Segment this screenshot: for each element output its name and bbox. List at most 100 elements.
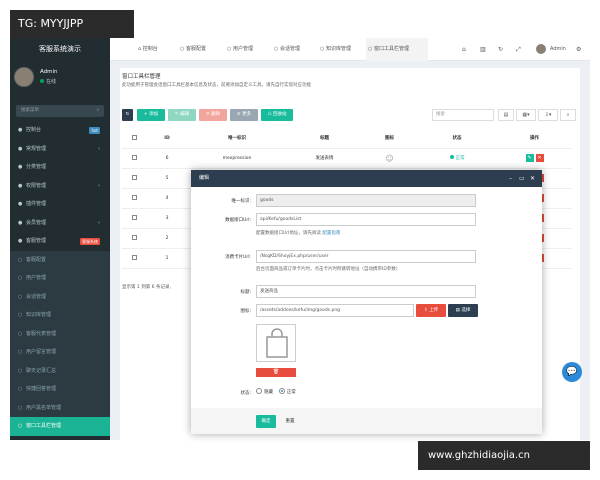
sidebar-item-label: 用户管理 [26, 275, 47, 281]
tab-user-manage[interactable]: ○ 用户管理 [225, 38, 253, 61]
select-all-cell[interactable] [122, 129, 147, 149]
tab-toolbar-manage[interactable]: ○ 窗口工具栏管理 [366, 38, 428, 61]
button-label: 编辑 [180, 112, 190, 117]
row-select-cell[interactable] [122, 168, 147, 189]
tab-session-manage[interactable]: ○ 会话管理 [272, 38, 300, 61]
shopping-bag-icon [266, 328, 288, 358]
sidebar-item[interactable]: ● 权限管理 ‹ [10, 177, 110, 196]
table-footer: 显示第 1 到第 6 条记录, [122, 285, 171, 290]
columns-icon[interactable]: ▦▾ [516, 109, 536, 121]
table-search-input[interactable]: 搜索 [432, 109, 494, 121]
toggle-view-icon[interactable]: ▤ [498, 109, 514, 121]
watermark-top: TG: MYYJJPP [10, 10, 134, 38]
edit-button[interactable]: ✎ 编辑 [168, 109, 196, 121]
sidebar-subitem[interactable]: ○ 用户黑名单管理 [10, 398, 110, 417]
sidebar-item[interactable]: ● 会员管理 ‹ [10, 214, 110, 233]
row-select-cell[interactable] [122, 228, 147, 249]
radio-circle[interactable] [256, 388, 262, 394]
minimize-icon[interactable]: – [509, 170, 512, 187]
gear-icon: ● [18, 145, 23, 152]
avatar[interactable] [536, 44, 546, 54]
smiley-icon: ☺ [385, 153, 394, 163]
checkbox[interactable] [132, 214, 137, 220]
checkbox[interactable] [132, 174, 137, 180]
row-select-cell[interactable] [122, 248, 147, 269]
sidebar-item[interactable]: ● 分类管理 [10, 158, 110, 177]
key-input[interactable]: goods [256, 194, 476, 207]
card-url-input[interactable]: /NsgKD/ShoyjEx.php/user/user [256, 250, 476, 263]
reset-button[interactable]: 重置 [280, 415, 300, 428]
app-title: 客服系统演示 [10, 38, 110, 61]
sidebar-menu: ● 控制台 hot ● 常规管理 ‹ ● 分类管理 ● 权限管理 ‹ ● 插件管理 ● 会员管理 ‹ ● 客服管理… [10, 121, 110, 436]
sidebar-subitem[interactable]: ○ 窗口工具栏管理 [10, 417, 110, 436]
export-icon[interactable]: ⇩▾ [538, 109, 558, 121]
submit-button[interactable]: 确定 [256, 415, 276, 428]
radio-circle[interactable] [278, 388, 285, 394]
status-normal-radio[interactable]: 正常 [278, 388, 296, 395]
sidebar-subitem[interactable]: ○ 用户留言管理 [10, 343, 110, 362]
sidebar-badge: 客服系统 [80, 238, 100, 245]
status-radio-group: 隐藏 正常 [256, 388, 296, 395]
admin-label[interactable]: Admin [550, 38, 566, 61]
tab-knowledge-manage[interactable]: ○ 知识库管理 [318, 38, 351, 61]
refresh-button[interactable]: ↻ [122, 109, 133, 121]
edit-icon[interactable]: ✎ [525, 154, 534, 162]
icon-path-input[interactable]: /assets/addons/kefu/img/goods.png [256, 304, 414, 317]
search-icon[interactable]: ⌕ [560, 109, 576, 121]
cell-id: 5 [147, 168, 187, 189]
sidebar-subitem[interactable]: ○ 用户管理 [10, 269, 110, 288]
api-url-input[interactable]: api/Kefu/goodsList [256, 213, 476, 226]
settings-icon[interactable]: ⚙ [576, 38, 581, 61]
upload-button[interactable]: ⇧ 上传 [416, 304, 446, 317]
status-dot-icon [449, 155, 454, 159]
cell-id: 1 [147, 248, 187, 269]
refresh-icon[interactable]: ↻ [498, 38, 503, 61]
remove-image-button[interactable]: 🗑 [256, 368, 296, 377]
tab-dashboard[interactable]: ⌂ 控制台 [136, 38, 158, 61]
fullscreen-icon[interactable]: ⤢ [516, 38, 521, 61]
choose-button[interactable]: ▤ 选择 [448, 304, 478, 317]
checkbox[interactable] [132, 134, 137, 140]
add-button[interactable]: + 添加 [137, 109, 165, 121]
cell-title: 发送表情 [287, 148, 362, 169]
row-select-cell[interactable] [122, 208, 147, 229]
sidebar-subitem[interactable]: ○ 知识库管理 [10, 306, 110, 325]
delete-button[interactable]: ✕ 删除 [199, 109, 227, 121]
tab-label: 窗口工具栏管理 [373, 46, 409, 52]
checkbox[interactable] [132, 154, 137, 160]
checkbox[interactable] [132, 194, 137, 200]
title-input[interactable]: 发送商品 [256, 285, 476, 298]
sidebar-item[interactable]: ● 客服管理 客服系统 [10, 232, 110, 251]
home-icon[interactable]: ⌂ [462, 38, 466, 61]
row-select-cell[interactable] [122, 148, 147, 169]
sidebar-subitem[interactable]: ○ 客服配置 [10, 250, 110, 269]
col-id[interactable]: ID [147, 129, 187, 149]
tab-label: 客服配置 [185, 46, 206, 52]
trash-icon[interactable]: ▥ [480, 38, 486, 61]
close-icon[interactable]: ✕ [530, 170, 535, 187]
checkbox[interactable] [132, 254, 137, 260]
chat-bubble-icon[interactable]: 💬 [562, 362, 582, 382]
sidebar-item-label: 常规管理 [26, 145, 47, 152]
more-button[interactable]: ≡ 更多 [230, 109, 258, 121]
sidebar-item-label: 客服管理 [26, 238, 47, 244]
sidebar-search[interactable]: 搜索菜单 ⌕ [16, 105, 104, 117]
cell-id: 6 [147, 148, 187, 169]
sidebar-subitem[interactable]: ○ 会话管理 [10, 287, 110, 306]
status-hidden-radio[interactable]: 隐藏 [256, 388, 273, 395]
sidebar-item[interactable]: ● 插件管理 [10, 195, 110, 214]
guide-link[interactable]: 配置指南 [322, 231, 340, 236]
sidebar-subitem[interactable]: ○ 客服代表管理 [10, 324, 110, 343]
tab-kefu-config[interactable]: ○ 客服配置 [178, 38, 206, 61]
sidebar-item-label: 权限管理 [26, 182, 47, 189]
table-row[interactable]: 6 mexpression 发送表情 ☺ 正常 ✎ ✕ [122, 148, 572, 169]
maximize-icon[interactable]: ▭ [519, 170, 525, 187]
row-select-cell[interactable] [122, 188, 147, 209]
sidebar-item[interactable]: ● 常规管理 ‹ [10, 140, 110, 159]
sidebar-subitem[interactable]: ○ 快捷回答管理 [10, 380, 110, 399]
checkbox[interactable] [132, 234, 137, 240]
delete-icon[interactable]: ✕ [535, 154, 544, 162]
recycle-bin-button[interactable]: ♺ 回收站 [261, 109, 293, 121]
sidebar-subitem[interactable]: ○ 聊天记录汇总 [10, 361, 110, 380]
sidebar-item[interactable]: ● 控制台 hot [10, 121, 110, 140]
